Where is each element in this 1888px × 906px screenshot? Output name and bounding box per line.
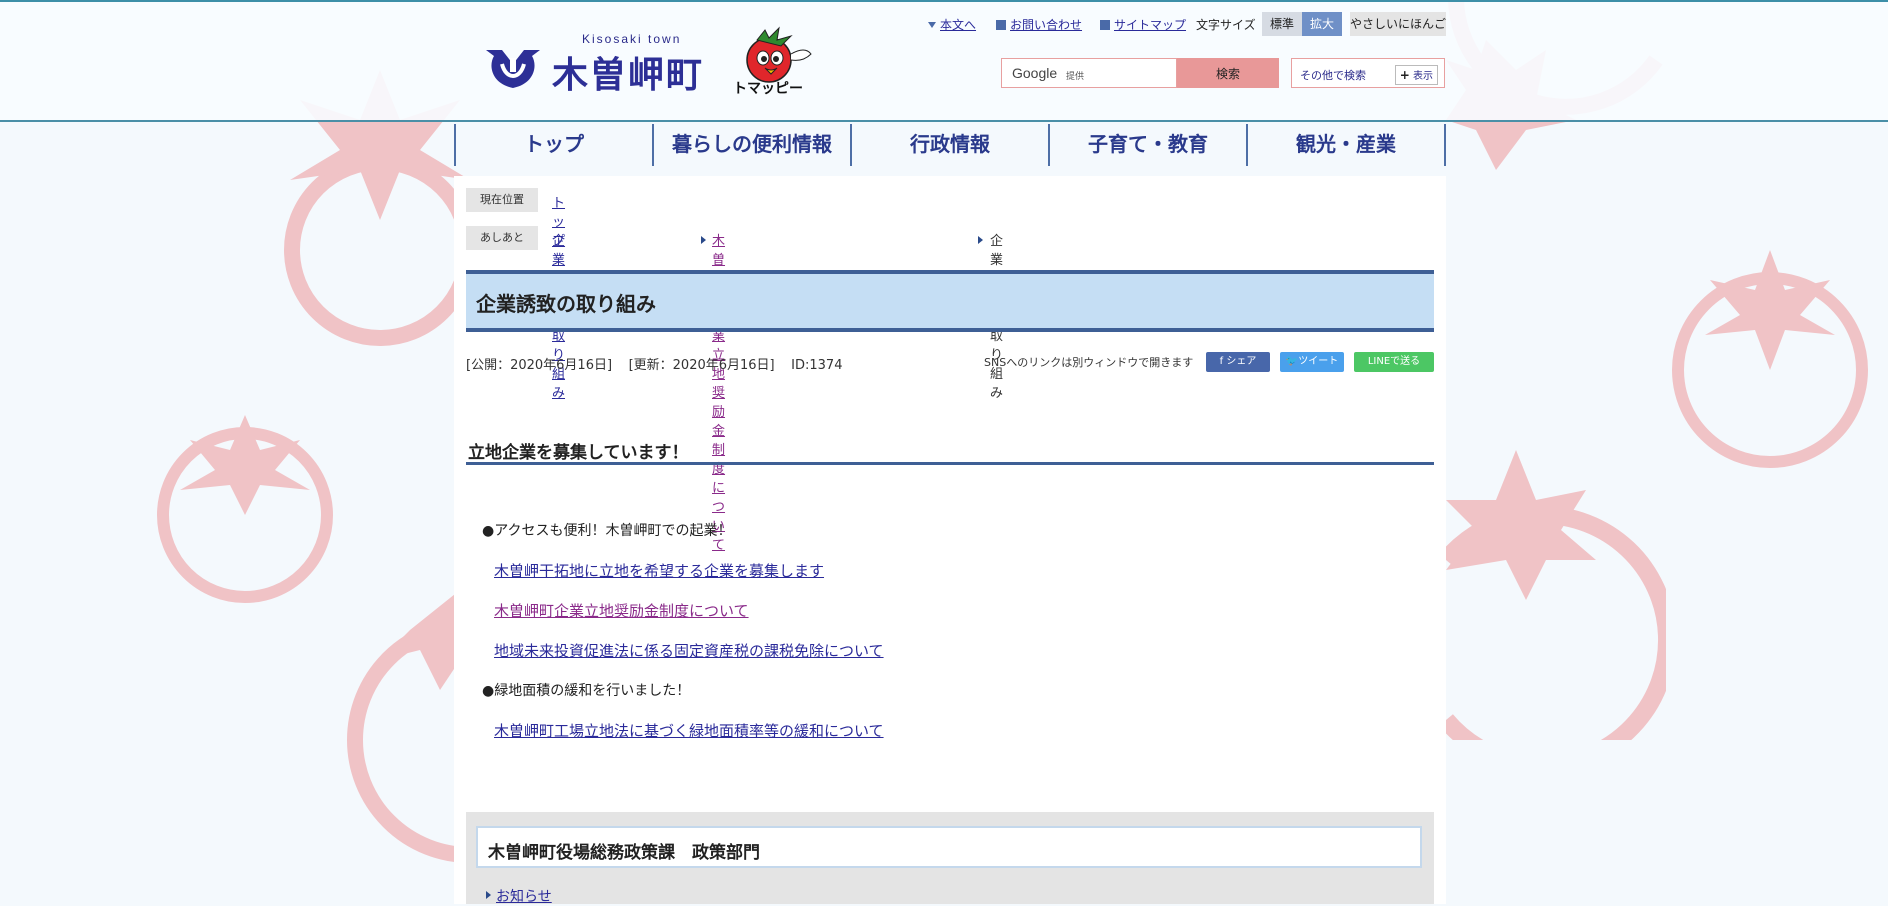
other-search-label: その他で検索 bbox=[1300, 69, 1366, 82]
nav-item-top[interactable]: トップ bbox=[454, 124, 652, 166]
triangle-down-icon bbox=[928, 22, 936, 28]
contact-title: 木曽岬町役場総務政策課 政策部門 bbox=[488, 843, 760, 863]
twitter-bird-icon: 🐦 bbox=[1285, 356, 1299, 367]
sitemap-link[interactable]: サイトマップ bbox=[1100, 16, 1186, 33]
main-content: 現在位置 トップ あしあと 企業誘致の取り組み 木曽岬町企業立地奨励金制度につい… bbox=[454, 176, 1446, 906]
link-subsidy-system[interactable]: 木曽岬町企業立地奨励金制度について bbox=[494, 600, 749, 621]
font-size-large-button[interactable]: 拡大 bbox=[1302, 12, 1342, 36]
contact-link[interactable]: お問い合わせ bbox=[996, 16, 1082, 33]
tomato-bg-right-bottom-icon bbox=[1446, 450, 1666, 740]
search-button[interactable]: 検索 bbox=[1177, 58, 1279, 88]
chevron-right-icon bbox=[486, 891, 491, 899]
nav-item-childcare[interactable]: 子育て・教育 bbox=[1048, 124, 1246, 166]
link-tax-exemption[interactable]: 地域未来投資促進法に係る固定資産税の課税免除について bbox=[494, 640, 884, 661]
font-size-label: 文字サイズ bbox=[1196, 18, 1256, 32]
show-label: 表示 bbox=[1413, 71, 1433, 82]
line-share-button[interactable]: LINEで送る bbox=[1354, 352, 1434, 372]
notice-link[interactable]: お知らせ bbox=[496, 886, 552, 906]
breadcrumb-current-label: 現在位置 bbox=[466, 188, 538, 212]
nav-item-tourism[interactable]: 観光・産業 bbox=[1246, 124, 1446, 166]
page-id: ID:1374 bbox=[791, 358, 843, 373]
plus-icon: + bbox=[1399, 68, 1410, 82]
sns-note: SNSへのリンクは別ウィンドウで開きます bbox=[984, 356, 1194, 369]
site-header: Kisosaki town 木曽岬町 トマッピー 本文へ お問い合わせ サイトマ… bbox=[0, 2, 1888, 122]
twitter-share-label: ツイート bbox=[1298, 356, 1339, 367]
history-label: あしあと bbox=[466, 226, 538, 250]
tomato-bg-left-mid-icon bbox=[157, 415, 333, 603]
section-heading-bar: 立地企業を募集しています！ bbox=[466, 432, 1434, 465]
other-search-select[interactable]: その他で検索 + 表示 bbox=[1291, 58, 1445, 88]
arrow-box-icon bbox=[1100, 20, 1110, 30]
font-size-standard-button[interactable]: 標準 bbox=[1262, 12, 1302, 36]
contact-title-box: 木曽岬町役場総務政策課 政策部門 bbox=[476, 826, 1422, 868]
contact-section: 木曽岬町役場総務政策課 政策部門 お知らせ bbox=[466, 812, 1434, 906]
chevron-right-icon bbox=[978, 236, 983, 244]
page-meta: [公開：2020年6月16日] [更新：2020年6月16日] ID:1374 bbox=[466, 354, 842, 373]
tomato-bg-right-mid-icon bbox=[1672, 250, 1868, 468]
link-green-area-relaxation[interactable]: 木曽岬町工場立地法に基づく緑地面積率等の緩和について bbox=[494, 720, 884, 741]
easy-japanese-button[interactable]: やさしいにほんご bbox=[1350, 12, 1446, 36]
mascot-name: トマッピー bbox=[733, 81, 803, 97]
nav-item-administration[interactable]: 行政情報 bbox=[850, 124, 1048, 166]
page-title: 企業誘致の取り組み bbox=[476, 292, 656, 316]
bullet-green-area: ●緑地面積の緩和を行いました！ bbox=[482, 683, 691, 699]
sitemap-label: サイトマップ bbox=[1114, 18, 1187, 32]
chevron-right-icon bbox=[701, 236, 706, 244]
logo-title: 木曽岬町 bbox=[552, 55, 705, 96]
arrow-box-icon bbox=[996, 20, 1006, 30]
facebook-share-label: シェア bbox=[1226, 356, 1257, 367]
skip-to-content-label: 本文へ bbox=[940, 18, 977, 32]
page-title-bar: 企業誘致の取り組み bbox=[466, 270, 1434, 332]
show-toggle-button[interactable]: + 表示 bbox=[1394, 65, 1438, 85]
google-search-input[interactable]: Google 提供 bbox=[1001, 58, 1177, 88]
logo-subtitle: Kisosaki town bbox=[582, 32, 682, 46]
published-date: [公開：2020年6月16日] bbox=[466, 358, 613, 373]
contact-label: お問い合わせ bbox=[1010, 18, 1083, 32]
updated-date: [更新：2020年6月16日] bbox=[628, 358, 775, 373]
google-label: Google bbox=[1012, 65, 1058, 81]
twitter-share-button[interactable]: 🐦ツイート bbox=[1280, 352, 1344, 372]
facebook-icon: f bbox=[1219, 356, 1224, 367]
skip-to-content-link[interactable]: 本文へ bbox=[928, 16, 976, 33]
bullet-access: ●アクセスも便利！木曽岬町での起業！ bbox=[482, 523, 732, 539]
nav-item-living[interactable]: 暮らしの便利情報 bbox=[652, 124, 850, 166]
facebook-share-button[interactable]: f シェア bbox=[1206, 352, 1270, 372]
global-nav: トップ 暮らしの便利情報 行政情報 子育て・教育 観光・産業 bbox=[454, 124, 1446, 166]
provided-label: 提供 bbox=[1066, 72, 1085, 82]
town-emblem-icon bbox=[486, 50, 540, 88]
section-heading: 立地企業を募集しています！ bbox=[468, 443, 689, 463]
link-recruit-companies[interactable]: 木曽岬干拓地に立地を希望する企業を募集します bbox=[494, 560, 824, 581]
